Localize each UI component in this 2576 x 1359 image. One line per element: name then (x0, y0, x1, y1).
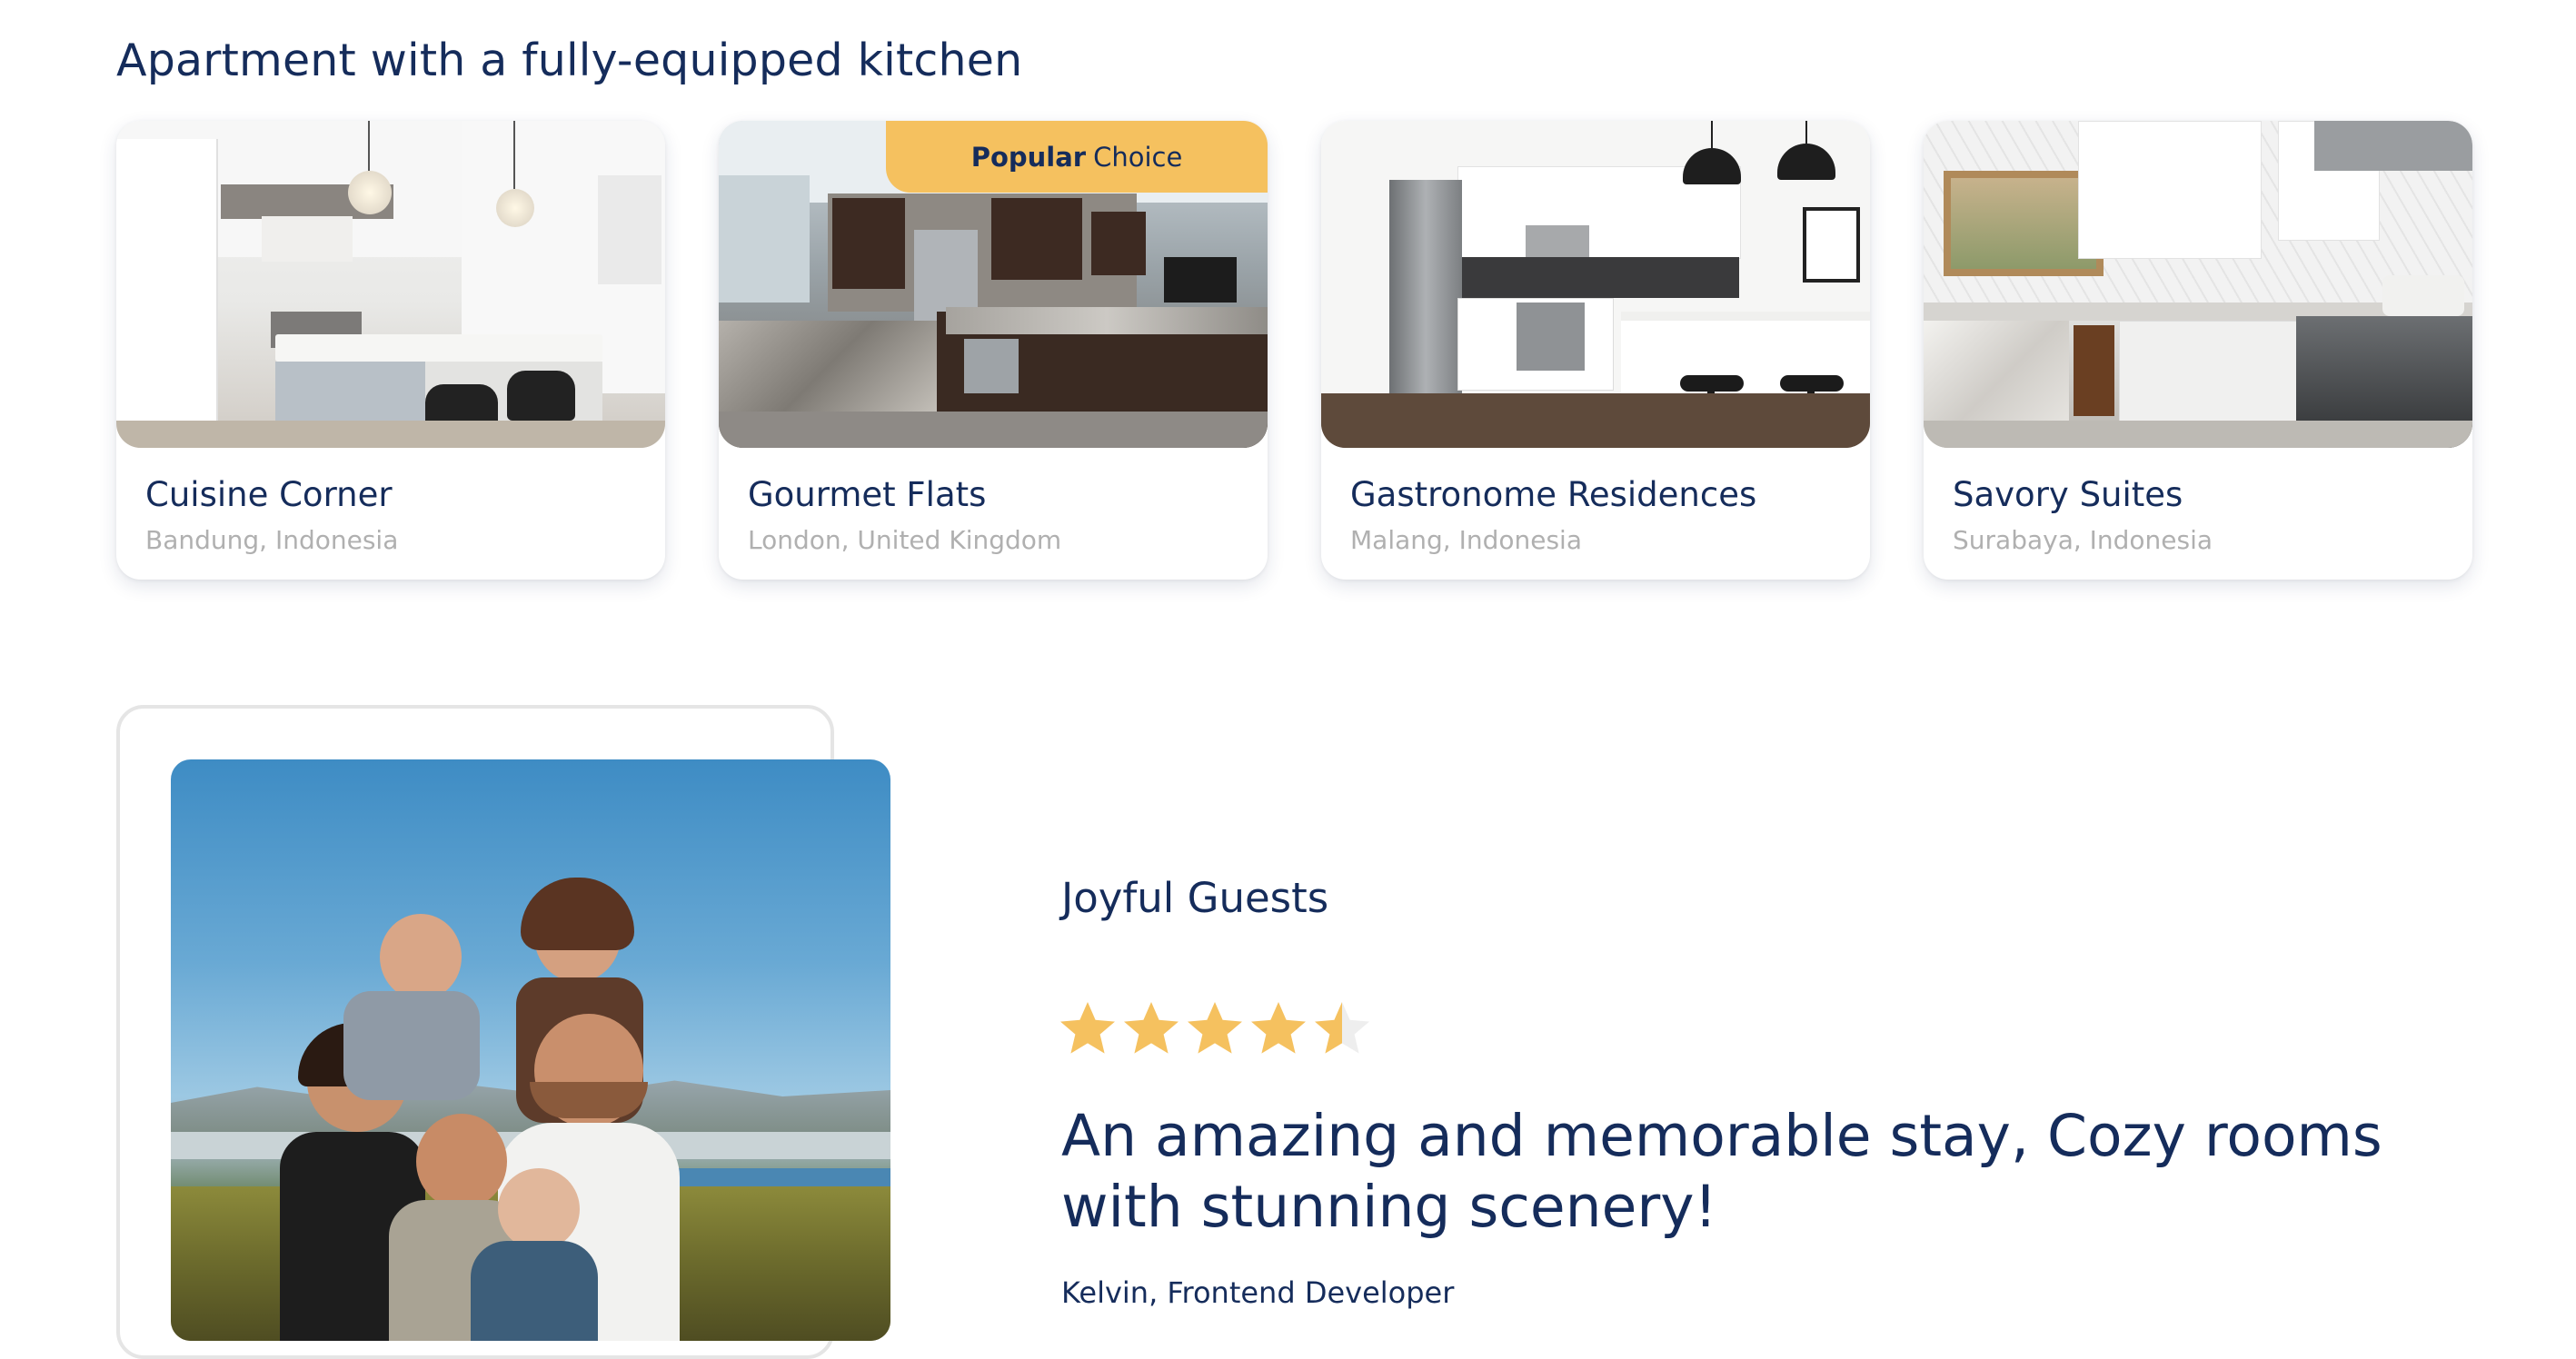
star-full-icon (1251, 1002, 1306, 1054)
star-half-icon (1315, 1002, 1369, 1054)
card-image (1321, 121, 1870, 448)
testimonial-title: Joyful Guests (1061, 874, 1329, 922)
card-title: Gastronome Residences (1350, 475, 1757, 514)
apartment-card-savory-suites[interactable]: Savory Suites Surabaya, Indonesia (1924, 121, 2472, 580)
card-location: London, United Kingdom (748, 525, 1062, 555)
card-location: Bandung, Indonesia (145, 525, 399, 555)
testimonial-author: Kelvin, Frontend Developer (1061, 1275, 1455, 1310)
apartment-card-gastronome-residences[interactable]: Gastronome Residences Malang, Indonesia (1321, 121, 1870, 580)
star-rating (1059, 999, 1371, 1057)
section-title: Apartment with a fully-equipped kitchen (116, 35, 1023, 86)
star-full-icon (1188, 1002, 1242, 1054)
card-title: Cuisine Corner (145, 475, 393, 514)
card-title: Gourmet Flats (748, 475, 987, 514)
popular-choice-badge: Popular Choice (886, 121, 1268, 193)
badge-text: Choice (1093, 141, 1183, 173)
badge-strong-text: Popular (970, 141, 1087, 173)
apartment-card-gourmet-flats[interactable]: Popular Choice Gourmet Flats London, Uni… (719, 121, 1268, 580)
apartment-card-cuisine-corner[interactable]: Cuisine Corner Bandung, Indonesia (116, 121, 665, 580)
card-title: Savory Suites (1953, 475, 2183, 514)
card-location: Malang, Indonesia (1350, 525, 1582, 555)
apartment-cards: Cuisine Corner Bandung, Indonesia Popula… (116, 121, 2472, 580)
testimonial-photo (171, 759, 890, 1341)
star-full-icon (1060, 1002, 1115, 1054)
card-image (116, 121, 665, 448)
card-image (1924, 121, 2472, 448)
card-location: Surabaya, Indonesia (1953, 525, 2213, 555)
testimonial-quote: An amazing and memorable stay, Cozy room… (1061, 1103, 2382, 1240)
star-full-icon (1124, 1002, 1179, 1054)
